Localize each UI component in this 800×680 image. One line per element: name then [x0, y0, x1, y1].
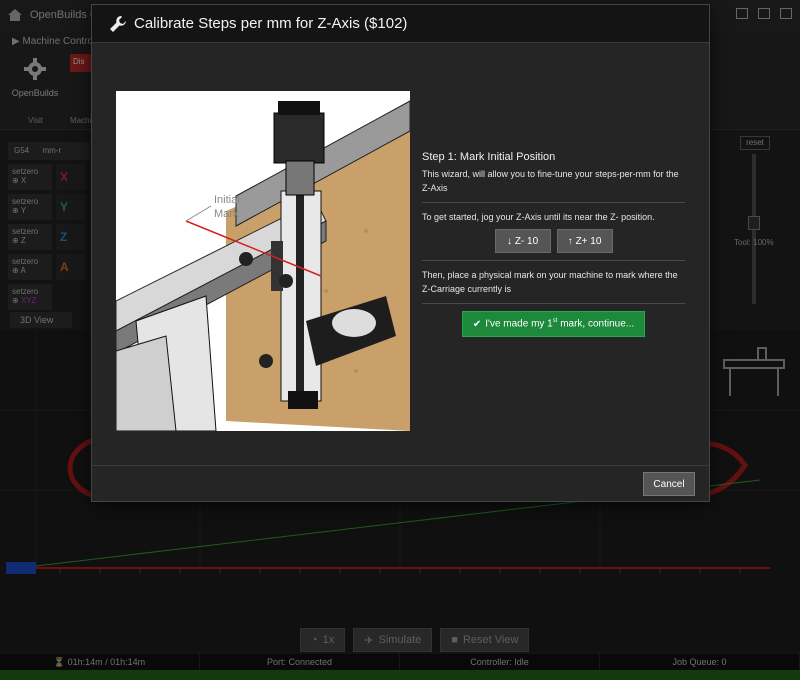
cancel-button[interactable]: Cancel [643, 472, 695, 496]
machine-illustration: Initial Mark [116, 91, 410, 431]
intro-text: This wizard, will allow you to fine-tune… [422, 169, 679, 193]
jog-instruction-text: To get started, jog your Z-Axis until it… [422, 212, 655, 222]
mark-instruction-text: Then, place a physical mark on your mach… [422, 270, 678, 294]
divider [422, 202, 685, 203]
instructions-panel: Step 1: Mark Initial Position This wizar… [422, 151, 685, 337]
check-icon: ✔ [472, 318, 482, 330]
step-title: Step 1: Mark Initial Position [422, 151, 556, 163]
arrow-up-icon: ↑ [567, 235, 573, 247]
divider [422, 303, 685, 304]
dialog-body: Initial Mark Step 1: Mark Initial Positi… [92, 43, 709, 467]
dialog-title: Calibrate Steps per mm for Z-Axis ($102) [134, 15, 408, 32]
arrow-down-icon: ↓ [506, 235, 512, 247]
calibration-dialog: Calibrate Steps per mm for Z-Axis ($102) [91, 4, 710, 502]
jog-z-minus-button[interactable]: ↓ Z- 10 [494, 229, 551, 253]
app-window: OpenBuilds CO ▶ Machine Control OpenBuil… [0, 0, 800, 680]
jog-buttons: ↓ Z- 10 ↑ Z+ 10 [422, 229, 685, 253]
z-axis-diagram: Initial Mark [116, 100, 410, 431]
dialog-footer: Cancel [92, 465, 709, 501]
wrench-icon [110, 15, 126, 32]
continue-button[interactable]: ✔ I've made my 1st mark, continue... [461, 311, 646, 337]
svg-text:Mark: Mark [214, 208, 239, 220]
jog-z-plus-button[interactable]: ↑ Z+ 10 [556, 229, 613, 253]
divider [422, 260, 685, 261]
illustration-label: Initial [214, 194, 240, 206]
dialog-header: Calibrate Steps per mm for Z-Axis ($102) [92, 5, 709, 43]
continue-row: ✔ I've made my 1st mark, continue... [422, 311, 685, 337]
